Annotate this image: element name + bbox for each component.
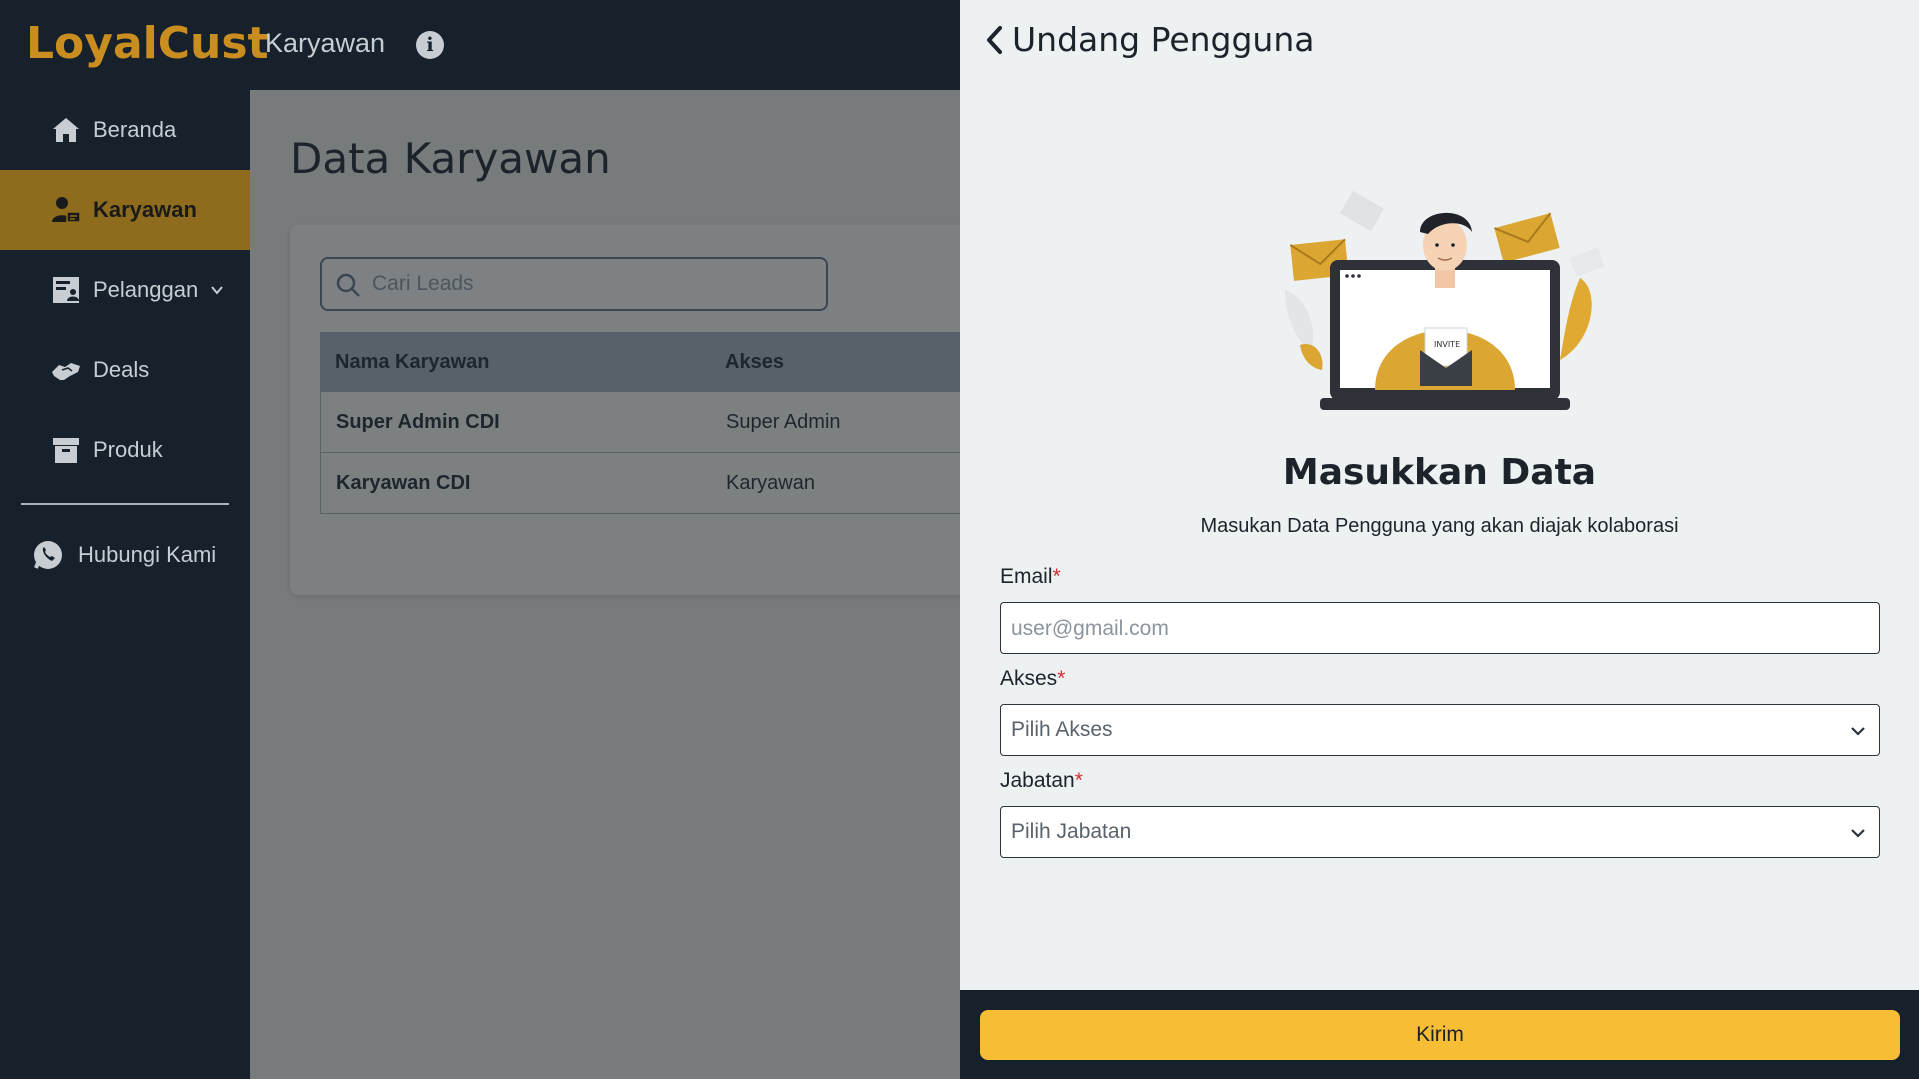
column-header[interactable]: Nama Karyawan — [335, 351, 490, 374]
search-icon — [336, 273, 360, 297]
employee-access: Karyawan — [726, 471, 815, 494]
sidebar-item-label: Produk — [93, 437, 163, 462]
sidebar-item-label: Pelanggan — [93, 277, 199, 302]
sidebar: Beranda Karyawan Pelanggan Deals Produk … — [0, 90, 250, 1079]
sidebar-item-label: Beranda — [93, 117, 177, 142]
table-row[interactable]: Karyawan CDI Karyawan — [320, 453, 1020, 514]
sidebar-item-label: Karyawan — [93, 197, 197, 222]
home-icon — [53, 118, 79, 142]
form-heading: Masukkan Data — [1282, 452, 1597, 493]
app-logo[interactable]: LoyalCust — [26, 18, 269, 69]
table-header: Nama Karyawan Akses — [320, 332, 1020, 392]
employee-name: Super Admin CDI — [336, 410, 500, 433]
email-label-text: Email — [1000, 565, 1053, 588]
sidebar-divider — [21, 503, 229, 505]
chevron-down-icon — [1851, 727, 1865, 736]
employee-card: Nama Karyawan Akses Super Admin CDI Supe… — [290, 225, 1020, 595]
column-header[interactable]: Akses — [725, 351, 784, 374]
customer-list-icon — [53, 277, 79, 303]
back-arrow-icon[interactable] — [980, 22, 1010, 58]
email-label: Email* — [1000, 565, 1061, 589]
employee-table: Nama Karyawan Akses Super Admin CDI Supe… — [320, 332, 1020, 514]
sidebar-item-produk[interactable]: Produk — [0, 410, 250, 490]
email-field[interactable] — [1011, 615, 1861, 643]
required-mark: * — [1074, 769, 1083, 792]
sidebar-item-beranda[interactable]: Beranda — [0, 90, 250, 170]
chevron-down-icon[interactable] — [210, 283, 224, 297]
sidebar-item-karyawan[interactable]: Karyawan — [0, 170, 250, 250]
jabatan-label-text: Jabatan — [1000, 769, 1075, 792]
drawer-title: Undang Pengguna — [1012, 20, 1315, 59]
akses-select[interactable]: Pilih Akses — [1000, 704, 1880, 756]
whatsapp-icon — [34, 541, 62, 569]
employee-access: Super Admin — [726, 410, 841, 433]
search-input[interactable] — [372, 269, 812, 299]
drawer-footer: Kirim — [960, 990, 1919, 1079]
page-title: Data Karyawan — [290, 134, 611, 183]
sidebar-item-hubungi-kami[interactable]: Hubungi Kami — [0, 515, 250, 595]
email-field-wrapper[interactable] — [1000, 602, 1880, 654]
jabatan-label: Jabatan* — [1000, 769, 1083, 793]
archive-box-icon — [53, 438, 79, 463]
jabatan-selected-value: Pilih Jabatan — [1011, 820, 1132, 843]
submit-button[interactable]: Kirim — [980, 1010, 1900, 1060]
invite-illustration: INVITE — [1285, 190, 1605, 410]
sidebar-item-pelanggan[interactable]: Pelanggan — [0, 250, 250, 330]
akses-label: Akses* — [1000, 667, 1065, 691]
sidebar-item-label: Deals — [93, 357, 150, 382]
table-row[interactable]: Super Admin CDI Super Admin — [320, 392, 1020, 453]
required-mark: * — [1052, 565, 1061, 588]
chevron-down-icon — [1851, 829, 1865, 838]
main-content: Data Karyawan Nama Karyawan Akses Super … — [250, 90, 1020, 1079]
sidebar-item-label: Hubungi Kami — [78, 542, 217, 567]
illustration-invite-label: INVITE — [1434, 340, 1460, 349]
section-title: Karyawan — [265, 28, 386, 58]
required-mark: * — [1057, 667, 1066, 690]
invite-user-drawer: Undang Pengguna INVITE Masukkan Data Mas… — [960, 0, 1919, 1079]
akses-label-text: Akses — [1000, 667, 1058, 690]
employee-name: Karyawan CDI — [336, 471, 471, 494]
user-card-icon — [52, 197, 81, 223]
handshake-icon — [52, 363, 80, 380]
sidebar-item-deals[interactable]: Deals — [0, 330, 250, 410]
info-icon[interactable]: i — [416, 31, 444, 59]
form-subheading: Masukan Data Pengguna yang akan diajak k… — [1200, 515, 1679, 537]
akses-selected-value: Pilih Akses — [1011, 718, 1113, 741]
jabatan-select[interactable]: Pilih Jabatan — [1000, 806, 1880, 858]
search-box[interactable] — [320, 257, 828, 311]
